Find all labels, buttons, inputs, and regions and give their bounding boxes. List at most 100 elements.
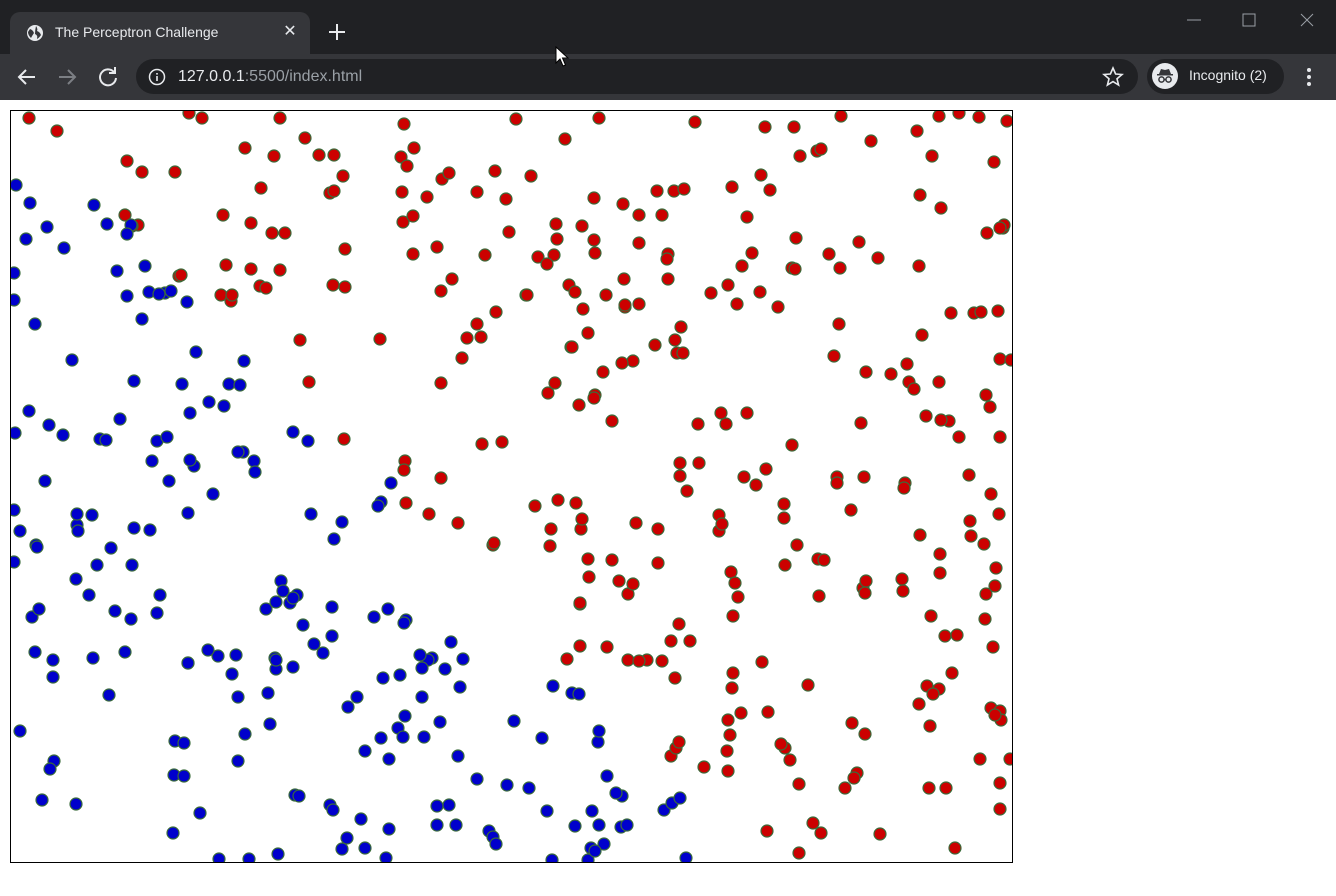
- incognito-profile-button[interactable]: Incognito (2): [1147, 59, 1284, 94]
- red-point: [551, 493, 565, 507]
- perceptron-canvas[interactable]: [10, 110, 1013, 863]
- red-point: [952, 430, 966, 444]
- red-point: [395, 185, 409, 199]
- red-point: [397, 463, 411, 477]
- blue-point: [442, 798, 456, 812]
- blue-point: [238, 727, 252, 741]
- red-point: [605, 414, 619, 428]
- back-arrow-icon[interactable]: [12, 62, 42, 92]
- red-point: [933, 566, 947, 580]
- red-point: [972, 111, 986, 124]
- red-point: [993, 221, 1007, 235]
- red-point: [672, 617, 686, 631]
- red-point: [845, 716, 859, 730]
- red-point: [720, 744, 734, 758]
- red-point: [573, 596, 587, 610]
- red-point: [792, 846, 806, 860]
- reload-icon[interactable]: [93, 62, 123, 92]
- red-point: [962, 468, 976, 482]
- red-point: [926, 687, 940, 701]
- red-point: [847, 771, 861, 785]
- red-point: [763, 183, 777, 197]
- blue-point: [183, 453, 197, 467]
- blue-point: [229, 648, 243, 662]
- red-point: [859, 365, 873, 379]
- blue-point: [46, 653, 60, 667]
- blue-point: [40, 220, 54, 234]
- blue-point: [43, 762, 57, 776]
- blue-point: [82, 588, 96, 602]
- red-point: [489, 305, 503, 319]
- blue-point: [125, 558, 139, 572]
- red-point: [673, 469, 687, 483]
- red-point: [858, 586, 872, 600]
- red-point: [704, 286, 718, 300]
- red-point: [544, 522, 558, 536]
- red-point: [783, 753, 797, 767]
- red-point: [688, 115, 702, 129]
- red-point: [273, 111, 287, 125]
- red-point: [939, 781, 953, 795]
- red-point: [832, 317, 846, 331]
- red-point: [338, 242, 352, 256]
- blue-point: [327, 532, 341, 546]
- blue-point: [433, 715, 447, 729]
- blue-point: [247, 454, 261, 468]
- red-point: [273, 263, 287, 277]
- red-point: [520, 288, 534, 302]
- blue-point: [233, 378, 247, 392]
- maximize-icon[interactable]: [1231, 6, 1267, 34]
- red-point: [195, 111, 209, 125]
- blue-point: [304, 507, 318, 521]
- close-window-icon[interactable]: [1289, 6, 1325, 34]
- blue-point: [286, 660, 300, 674]
- red-point: [844, 503, 858, 517]
- red-point: [650, 184, 664, 198]
- kebab-menu-icon[interactable]: [1298, 62, 1320, 92]
- red-point: [632, 236, 646, 250]
- blue-point: [181, 506, 195, 520]
- red-point: [838, 781, 852, 795]
- blue-point: [286, 425, 300, 439]
- blue-point: [413, 648, 427, 662]
- blue-point: [13, 724, 27, 738]
- blue-point: [38, 474, 52, 488]
- blue-point: [100, 217, 114, 231]
- red-point: [983, 400, 997, 414]
- red-point: [897, 481, 911, 495]
- close-tab-icon[interactable]: ✕: [280, 22, 300, 42]
- red-point: [338, 280, 352, 294]
- red-point: [677, 182, 691, 196]
- red-point: [910, 124, 924, 138]
- red-point: [852, 235, 866, 249]
- red-point: [298, 131, 312, 145]
- red-point: [373, 332, 387, 346]
- red-point: [430, 240, 444, 254]
- blue-point: [592, 818, 606, 832]
- red-point: [267, 149, 281, 163]
- blue-point: [507, 714, 521, 728]
- red-point: [265, 226, 279, 240]
- incognito-label: Incognito (2): [1189, 67, 1267, 83]
- bookmark-star-icon[interactable]: [1102, 66, 1124, 88]
- blue-point: [261, 686, 275, 700]
- url-text[interactable]: 127.0.0.1:5500/index.html: [178, 68, 362, 86]
- red-point: [806, 816, 820, 830]
- address-bar[interactable]: 127.0.0.1:5500/index.html: [136, 59, 1138, 94]
- tab-title: The Perceptron Challenge: [55, 24, 219, 40]
- blue-point: [120, 289, 134, 303]
- info-icon[interactable]: [148, 68, 166, 86]
- active-tab[interactable]: The Perceptron Challenge ✕: [10, 12, 310, 54]
- blue-point: [99, 433, 113, 447]
- blue-point: [85, 508, 99, 522]
- red-point: [420, 190, 434, 204]
- blue-point: [150, 606, 164, 620]
- forward-arrow-icon[interactable]: [52, 62, 82, 92]
- new-tab-plus-icon[interactable]: [324, 19, 350, 45]
- blue-point: [108, 604, 122, 618]
- minimize-icon[interactable]: [1176, 6, 1212, 34]
- red-point: [963, 514, 977, 528]
- red-point: [771, 300, 785, 314]
- red-point: [528, 499, 542, 513]
- blue-point: [545, 853, 559, 862]
